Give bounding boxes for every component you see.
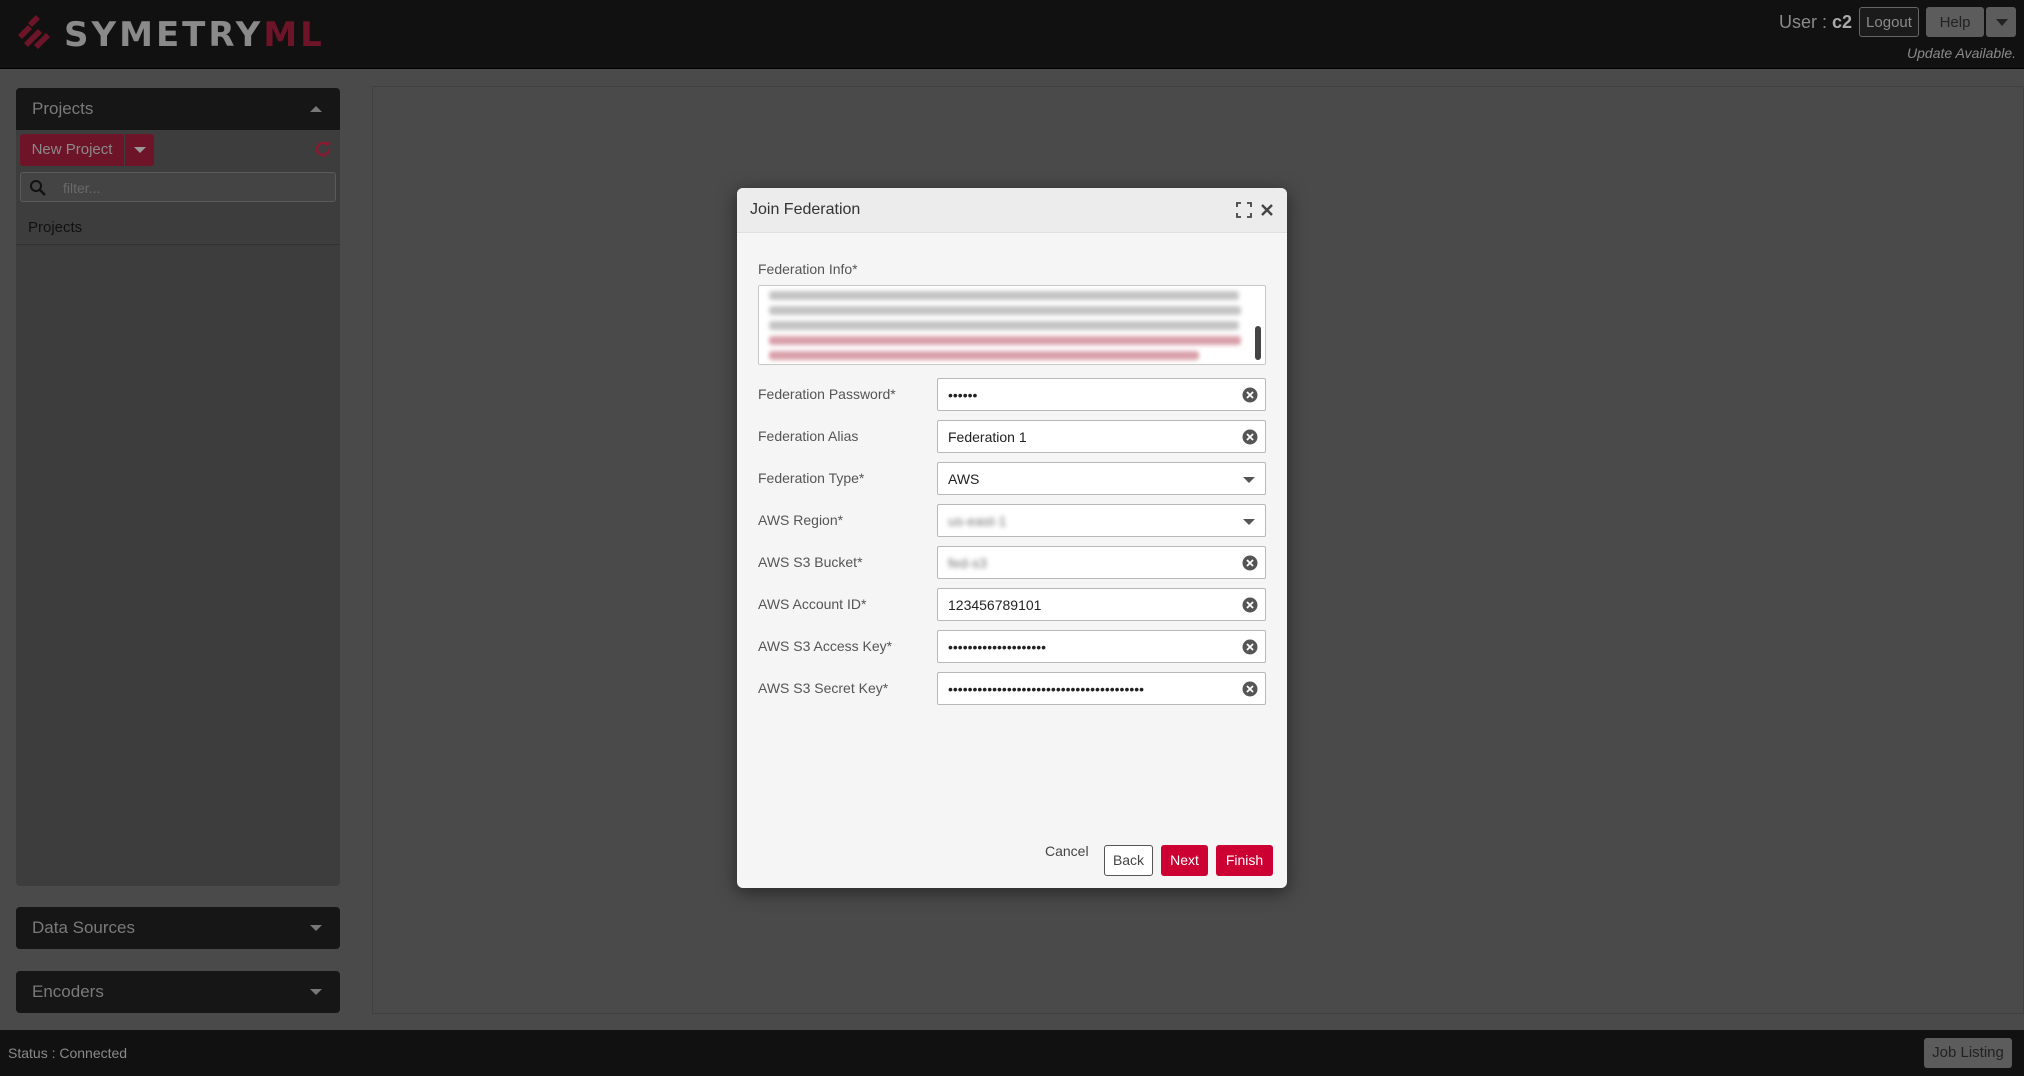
job-listing-button[interactable]: Job Listing — [1924, 1038, 2012, 1068]
chevron-up-icon — [310, 106, 322, 112]
user-indicator: User : c2 — [1778, 12, 1852, 32]
projects-panel-title: Projects — [32, 99, 94, 118]
encoders-panel-header[interactable]: Encoders — [16, 971, 340, 1013]
back-button[interactable]: Back — [1104, 845, 1153, 876]
dialog-header: Join Federation — [737, 188, 1287, 233]
aws-s3-secret-key-input[interactable]: •••••••••••••••••••••••••••••••••••••••• — [937, 672, 1266, 705]
divider — [16, 244, 340, 245]
logo-text: SYMETRYML — [64, 15, 325, 55]
app-logo: SYMETRYML — [14, 14, 325, 56]
user-name: c2 — [1831, 12, 1852, 32]
federation-alias-input[interactable]: Federation 1 — [937, 420, 1266, 453]
aws-account-id-value: 123456789101 — [948, 597, 1042, 613]
redacted-text — [769, 321, 1239, 330]
aws-s3-access-key-value: •••••••••••••••••••• — [948, 639, 1047, 655]
aws-s3-secret-key-value: •••••••••••••••••••••••••••••••••••••••• — [948, 681, 1145, 697]
clear-circle-icon[interactable] — [1242, 681, 1258, 697]
aws-region-value: us-east-1 — [948, 513, 1007, 529]
federation-alias-label: Federation Alias — [758, 428, 859, 444]
status-bar: Status : Connected Job Listing — [0, 1030, 2024, 1076]
help-dropdown-button[interactable] — [1986, 7, 2016, 37]
aws-region-select[interactable]: us-east-1 — [937, 504, 1266, 537]
federation-info-textarea[interactable] — [758, 285, 1266, 365]
aws-s3-access-key-input[interactable]: •••••••••••••••••••• — [937, 630, 1266, 663]
encoders-title: Encoders — [32, 982, 104, 1001]
project-filter — [20, 172, 336, 202]
redacted-text — [769, 351, 1199, 360]
next-button[interactable]: Next — [1161, 845, 1208, 876]
federation-type-value: AWS — [948, 471, 980, 487]
chevron-down-icon[interactable] — [1243, 519, 1255, 525]
aws-s3-bucket-label: AWS S3 Bucket* — [758, 554, 863, 570]
help-button[interactable]: Help — [1926, 7, 1984, 37]
status-text: Status : Connected — [8, 1045, 128, 1061]
aws-region-label: AWS Region* — [758, 512, 844, 528]
aws-account-id-input[interactable]: 123456789101 — [937, 588, 1266, 621]
federation-password-label: Federation Password* — [758, 386, 896, 402]
filter-input[interactable] — [61, 177, 325, 199]
logout-button[interactable]: Logout — [1859, 7, 1919, 37]
close-icon[interactable] — [1259, 202, 1275, 218]
chevron-down-icon[interactable] — [1243, 477, 1255, 483]
federation-info-label: Federation Info* — [758, 261, 858, 277]
federation-alias-value: Federation 1 — [948, 429, 1027, 445]
maximize-icon[interactable] — [1236, 202, 1252, 218]
aws-s3-secret-key-label: AWS S3 Secret Key* — [758, 680, 889, 696]
data-sources-panel-header[interactable]: Data Sources — [16, 907, 340, 949]
clear-circle-icon[interactable] — [1242, 555, 1258, 571]
refresh-icon[interactable] — [312, 138, 334, 160]
aws-account-id-label: AWS Account ID* — [758, 596, 867, 612]
dialog-title: Join Federation — [750, 201, 861, 218]
federation-password-input[interactable]: •••••• — [937, 378, 1266, 411]
federation-type-label: Federation Type* — [758, 470, 865, 486]
clear-circle-icon[interactable] — [1242, 429, 1258, 445]
finish-button[interactable]: Finish — [1216, 845, 1273, 876]
data-sources-title: Data Sources — [32, 918, 135, 937]
new-project-button[interactable]: New Project — [20, 134, 124, 166]
redacted-text — [769, 336, 1241, 345]
chevron-down-icon — [310, 989, 322, 995]
aws-s3-access-key-label: AWS S3 Access Key* — [758, 638, 893, 654]
redacted-text — [769, 291, 1239, 300]
join-federation-dialog: Join Federation Federation Info* Cancel … — [737, 188, 1287, 888]
new-project-dropdown-button[interactable] — [125, 134, 154, 166]
projects-panel: Projects — [16, 88, 340, 886]
search-icon — [30, 180, 46, 196]
aws-s3-bucket-input[interactable]: fed-s3 — [937, 546, 1266, 579]
textarea-scrollbar[interactable] — [1255, 326, 1261, 360]
chevron-down-icon — [310, 925, 322, 931]
projects-list-label: Projects — [28, 219, 83, 236]
clear-circle-icon[interactable] — [1242, 639, 1258, 655]
redacted-text — [769, 306, 1241, 315]
clear-circle-icon[interactable] — [1242, 387, 1258, 403]
projects-panel-header[interactable]: Projects — [16, 88, 340, 130]
federation-type-select[interactable]: AWS — [937, 462, 1266, 495]
clear-circle-icon[interactable] — [1242, 597, 1258, 613]
symetryml-logo-icon — [18, 15, 50, 49]
aws-s3-bucket-value: fed-s3 — [948, 555, 987, 571]
update-available-link[interactable]: Update Available. — [1907, 45, 2016, 61]
top-bar: SYMETRYML User : c2 Logout Help Update A… — [0, 0, 2024, 69]
cancel-button[interactable]: Cancel — [1045, 843, 1089, 859]
federation-password-value: •••••• — [948, 387, 978, 403]
